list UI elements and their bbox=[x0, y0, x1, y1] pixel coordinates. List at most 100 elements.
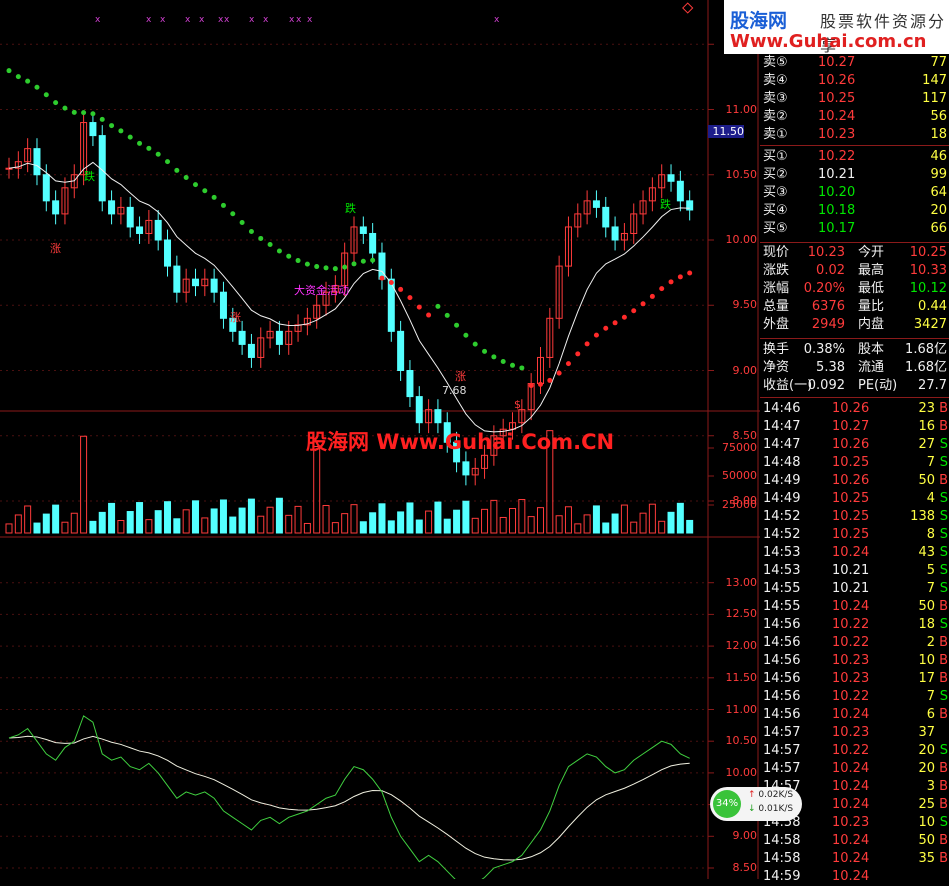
volume-bar bbox=[592, 505, 600, 534]
volume-bar bbox=[462, 500, 470, 534]
tick-row: 14:56 10.22 2 B bbox=[763, 635, 948, 650]
price-axis-tick: 9.00 bbox=[732, 363, 758, 377]
site-logo[interactable]: 股海网 股票软件资源分享 Www.Guhai.com.cn bbox=[724, 0, 949, 55]
volume-bar bbox=[80, 435, 88, 534]
trend-dot bbox=[174, 167, 180, 173]
trend-dot bbox=[258, 235, 264, 241]
trend-dot bbox=[165, 159, 171, 165]
price-axis-tick: 10.00 bbox=[725, 233, 758, 246]
volume-bar bbox=[499, 516, 507, 534]
volume-axis-tick: 25000 bbox=[722, 498, 757, 511]
fundamental-row: 换手 0.38% 股本 1.68亿 bbox=[763, 342, 947, 357]
signal-mark: x bbox=[307, 15, 313, 25]
trend-dot bbox=[109, 123, 115, 129]
signal-mark: x bbox=[249, 15, 255, 25]
candle bbox=[89, 122, 97, 137]
trend-dot bbox=[388, 280, 394, 286]
trend-dot bbox=[472, 341, 478, 347]
volume-bar bbox=[164, 501, 172, 534]
trend-dot bbox=[323, 265, 329, 271]
logo-brand: 股海网 bbox=[730, 10, 788, 32]
candle bbox=[136, 226, 144, 234]
volume-bar bbox=[229, 516, 237, 534]
tick-row: 14:56 10.22 7 S bbox=[763, 689, 948, 704]
trend-dot bbox=[491, 354, 497, 360]
price-axis-tick: 8.50 bbox=[732, 428, 758, 442]
trend-dot bbox=[34, 84, 40, 90]
signal-mark: x bbox=[263, 15, 269, 25]
trend-dot bbox=[220, 202, 226, 208]
trend-dot bbox=[248, 228, 254, 234]
candle bbox=[434, 409, 442, 424]
low-price-label: 7.68 bbox=[442, 384, 467, 397]
volume-bar bbox=[341, 513, 349, 534]
tick-row: 14:58 10.24 50 B bbox=[763, 833, 948, 848]
quote-row: 涨幅 0.20% 最低 10.12 bbox=[763, 281, 947, 296]
trend-dot bbox=[230, 211, 236, 217]
lower-price-line bbox=[8, 715, 690, 879]
tick-row: 14:58 10.24 35 B bbox=[763, 851, 948, 866]
trend-dot bbox=[267, 241, 273, 247]
trend-dot bbox=[565, 361, 571, 367]
trend-dot bbox=[62, 105, 68, 111]
volume-bar bbox=[331, 522, 339, 534]
volume-bar bbox=[33, 522, 41, 534]
candle bbox=[592, 200, 600, 208]
candle bbox=[378, 252, 386, 280]
rise-mark: 涨 bbox=[455, 370, 466, 383]
trend-dot bbox=[202, 188, 208, 194]
bid-row: 买④ 10.18 20 bbox=[763, 203, 947, 218]
s-mark: $ bbox=[514, 398, 521, 411]
trend-dot bbox=[584, 341, 590, 347]
candle bbox=[191, 278, 199, 287]
volume-bar bbox=[471, 517, 479, 534]
signal-mark: x bbox=[95, 15, 101, 25]
lower-axis-tick: 11.50 bbox=[725, 670, 758, 684]
volume-bar bbox=[136, 502, 144, 534]
volume-bar bbox=[369, 512, 377, 534]
trend-dot bbox=[547, 377, 553, 383]
trend-dot bbox=[118, 128, 124, 134]
trend-dot bbox=[155, 151, 161, 157]
net-flow-percent: 34% bbox=[713, 790, 741, 818]
candle bbox=[462, 461, 470, 476]
tick-row: 14:46 10.26 23 B bbox=[763, 401, 948, 416]
price-axis-tick: 11.00 bbox=[725, 102, 758, 116]
trend-dot bbox=[510, 362, 516, 368]
volume-bar bbox=[434, 501, 442, 534]
volume-bar bbox=[257, 515, 265, 534]
trend-dot bbox=[360, 258, 366, 264]
bid-row: 买⑤ 10.17 66 bbox=[763, 221, 947, 236]
candle bbox=[173, 265, 181, 293]
volume-bar bbox=[397, 511, 405, 534]
trend-dot bbox=[621, 314, 627, 320]
trend-dot bbox=[15, 74, 21, 80]
volume-bar bbox=[527, 516, 535, 534]
trend-dot bbox=[482, 348, 488, 354]
trend-dot bbox=[314, 264, 320, 270]
trend-dot bbox=[286, 253, 292, 259]
candle bbox=[210, 278, 218, 293]
trend-dot bbox=[127, 134, 133, 140]
volume-bar bbox=[620, 504, 628, 534]
volume-bar bbox=[322, 505, 330, 534]
tick-row: 14:52 10.25 138 S bbox=[763, 509, 948, 524]
fall-mark: 跌 bbox=[660, 198, 671, 211]
tick-row: 14:53 10.24 43 S bbox=[763, 545, 948, 560]
watermark: 股海网 Www.Guhai.Com.CN bbox=[306, 430, 615, 454]
bid-row: 买① 10.22 46 bbox=[763, 149, 947, 164]
trend-dot bbox=[53, 100, 59, 106]
volume-bar bbox=[686, 519, 694, 534]
trend-dot bbox=[528, 383, 534, 389]
net-flow-gauge[interactable]: 34% ↑ 0.02K/S ↓ 0.01K/S bbox=[710, 787, 802, 821]
trend-dot bbox=[239, 219, 245, 225]
lower-axis-tick: 9.00 bbox=[732, 829, 758, 843]
trend-dot bbox=[659, 286, 665, 292]
volume-bar bbox=[648, 503, 656, 534]
volume-bar bbox=[182, 509, 190, 534]
volume-bar bbox=[425, 510, 433, 534]
trend-dot bbox=[342, 264, 348, 270]
fall-mark: 跌 bbox=[84, 170, 95, 183]
volume-bar bbox=[247, 498, 255, 534]
candle bbox=[219, 291, 227, 319]
